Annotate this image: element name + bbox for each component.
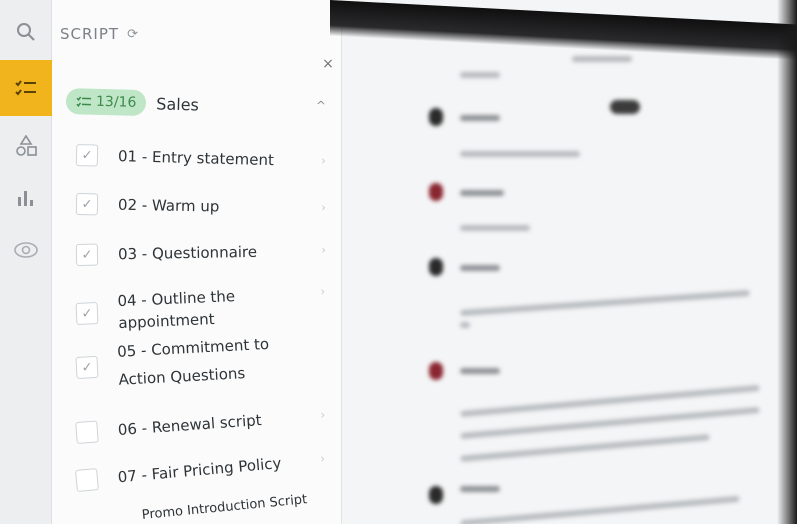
speaker-avatar xyxy=(429,486,443,504)
script-panel: SCRIPT ⟳ × 13/16 Sales ^ ✓ 01 - Entry st… xyxy=(52,0,342,524)
progress-badge: 13/16 xyxy=(65,88,147,117)
step-label: 07 - Fair Pricing Policy xyxy=(117,454,283,487)
chevron-right-icon: › xyxy=(321,242,327,257)
eye-icon[interactable] xyxy=(6,230,46,270)
speaker-avatar xyxy=(429,362,443,380)
monitor-bezel-edge xyxy=(777,0,797,524)
step-item[interactable]: ✓ 03 - Questionnaire › xyxy=(75,240,327,266)
icon-rail xyxy=(0,0,52,524)
search-icon[interactable] xyxy=(6,12,46,52)
speaker-avatar xyxy=(429,258,443,276)
step-label: 01 - Entry statement xyxy=(117,147,275,170)
step-item[interactable]: 06 - Renewal script › xyxy=(75,405,326,444)
step-item[interactable]: Promo Introduction Script xyxy=(141,486,342,524)
chevron-right-icon: › xyxy=(320,407,326,422)
step-item[interactable]: ✓ 01 - Entry statement › xyxy=(75,144,327,173)
checklist-icon[interactable] xyxy=(0,60,52,116)
step-item[interactable]: 07 - Fair Pricing Policy › xyxy=(75,448,326,492)
step-label: 04 - Outline the appointment xyxy=(117,287,236,333)
chevron-right-icon: › xyxy=(319,451,326,466)
chevron-right-icon: › xyxy=(320,284,326,299)
chevron-right-icon: › xyxy=(321,200,327,215)
group-title: Sales xyxy=(156,93,200,114)
shapes-icon[interactable] xyxy=(6,126,46,166)
panel-title: SCRIPT xyxy=(60,25,120,43)
step-checkbox[interactable]: ✓ xyxy=(75,355,99,379)
step-item[interactable]: ✓ 04 - Outline the appointment › xyxy=(75,281,327,336)
step-checkbox[interactable] xyxy=(75,468,99,492)
progress-count: 13/16 xyxy=(95,93,137,111)
step-checkbox[interactable]: ✓ xyxy=(75,243,99,266)
step-checkbox[interactable]: ✓ xyxy=(75,144,99,167)
chevron-right-icon: › xyxy=(320,153,327,168)
step-checkbox[interactable] xyxy=(75,420,99,444)
bar-chart-icon[interactable] xyxy=(6,178,46,218)
screen: SCRIPT ⟳ × 13/16 Sales ^ ✓ 01 - Entry st… xyxy=(0,0,797,524)
transcript-area xyxy=(342,0,797,524)
step-item[interactable]: ✓ 05 - Commitment to Action Questions xyxy=(75,329,288,396)
checklist-icon xyxy=(76,96,92,108)
step-label: 02 - Warm up xyxy=(117,195,220,216)
step-label: 06 - Renewal script xyxy=(117,411,263,440)
step-checkbox[interactable]: ✓ xyxy=(75,193,99,216)
reload-icon[interactable]: ⟳ xyxy=(127,27,139,42)
step-label: Promo Introduction Script xyxy=(141,492,308,523)
step-checkbox[interactable]: ✓ xyxy=(75,302,99,325)
speaker-avatar xyxy=(429,183,443,201)
step-label: 05 - Commitment to Action Questions xyxy=(116,334,270,389)
panel-header: SCRIPT ⟳ xyxy=(60,25,139,43)
close-button[interactable]: × xyxy=(320,56,336,72)
chevron-up-icon[interactable]: ^ xyxy=(316,99,326,113)
speaker-avatar xyxy=(429,108,443,126)
step-label: 03 - Questionnaire xyxy=(117,242,258,264)
step-item[interactable]: ✓ 02 - Warm up › xyxy=(75,193,327,219)
script-group-header[interactable]: 13/16 Sales ^ xyxy=(65,84,337,125)
